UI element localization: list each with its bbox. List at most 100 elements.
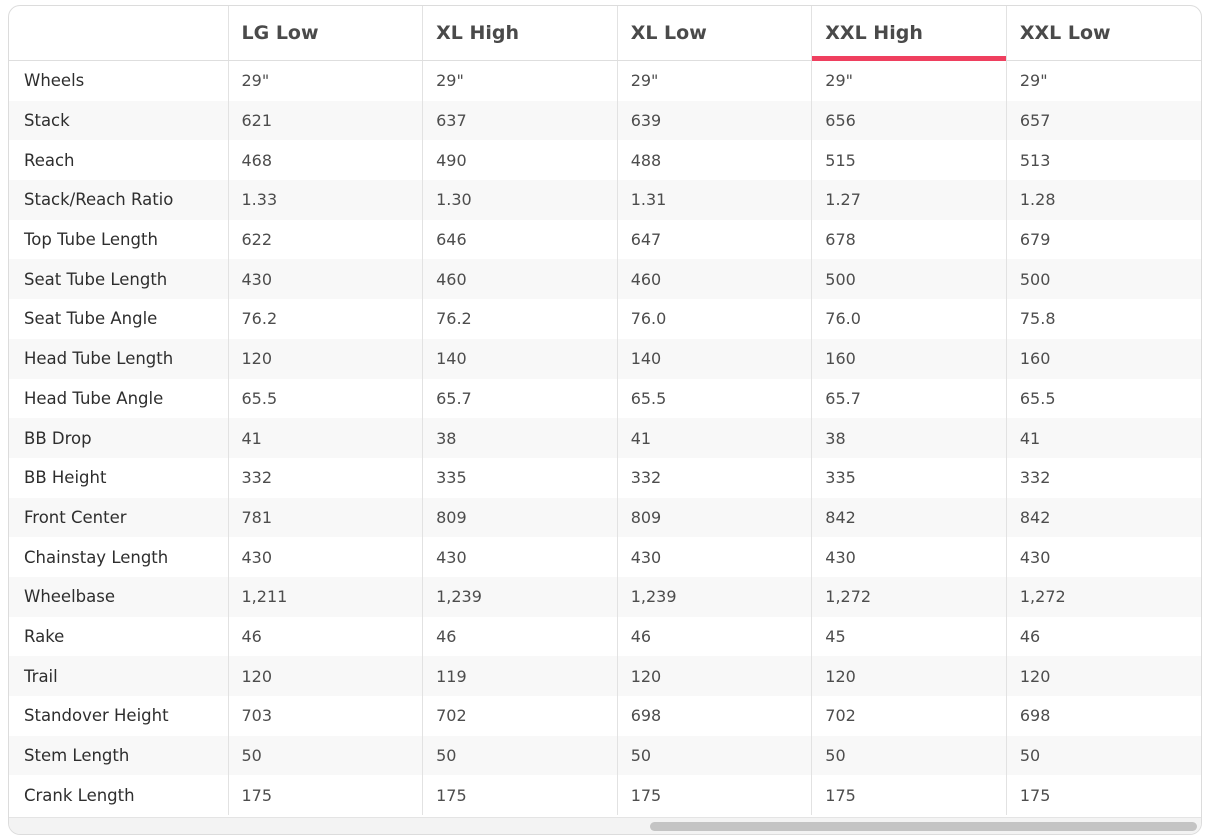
table-cell: 175 bbox=[227, 775, 423, 816]
table-row: Front Center 781 809 809 842 842 bbox=[9, 497, 1201, 538]
table-cell: 75.8 bbox=[1005, 299, 1201, 339]
row-label: Stem Length bbox=[9, 735, 228, 776]
table-cell: 65.5 bbox=[616, 378, 812, 419]
row-label: Wheelbase bbox=[9, 576, 228, 617]
row-label: Standover Height bbox=[9, 696, 228, 736]
table-cell: 46 bbox=[227, 616, 423, 657]
table-cell: 175 bbox=[422, 775, 618, 816]
table-cell: 679 bbox=[1005, 219, 1201, 260]
table-cell: 175 bbox=[1005, 775, 1201, 816]
table-row: Wheels 29" 29" 29" 29" 29" bbox=[9, 60, 1201, 101]
table-cell: 698 bbox=[616, 696, 812, 736]
geometry-table-container: LG Low XL High XL Low XXL High XXL Low W… bbox=[8, 5, 1202, 835]
table-cell: 513 bbox=[1005, 140, 1201, 181]
table-cell: 430 bbox=[811, 537, 1007, 577]
table-cell: 76.2 bbox=[422, 299, 618, 339]
table-row: Trail 120 119 120 120 120 bbox=[9, 656, 1201, 696]
table-cell: 468 bbox=[227, 140, 423, 181]
table-cell: 500 bbox=[811, 259, 1007, 300]
table-cell: 430 bbox=[616, 537, 812, 577]
table-cell: 175 bbox=[616, 775, 812, 816]
table-cell: 50 bbox=[811, 735, 1007, 776]
table-cell: 50 bbox=[616, 735, 812, 776]
table-row: BB Drop 41 38 41 38 41 bbox=[9, 418, 1201, 458]
table-cell: 647 bbox=[616, 219, 812, 260]
table-cell: 120 bbox=[811, 656, 1007, 696]
horizontal-scrollbar[interactable] bbox=[9, 817, 1201, 834]
table-cell: 50 bbox=[227, 735, 423, 776]
table-cell: 65.5 bbox=[227, 378, 423, 419]
table-cell: 29" bbox=[227, 60, 423, 101]
table-cell: 500 bbox=[1005, 259, 1201, 300]
table-cell: 50 bbox=[422, 735, 618, 776]
table-cell: 160 bbox=[1005, 338, 1201, 379]
table-row: Stem Length 50 50 50 50 50 bbox=[9, 735, 1201, 776]
table-cell: 430 bbox=[1005, 537, 1201, 577]
row-label: Head Tube Angle bbox=[9, 378, 228, 419]
table-cell: 702 bbox=[811, 696, 1007, 736]
table-cell: 46 bbox=[422, 616, 618, 657]
column-header-active[interactable]: XXL High bbox=[811, 6, 1007, 61]
table-cell: 332 bbox=[616, 457, 812, 498]
table-cell: 119 bbox=[422, 656, 618, 696]
header-row: LG Low XL High XL Low XXL High XXL Low bbox=[9, 6, 1201, 61]
table-cell: 29" bbox=[811, 60, 1007, 101]
table-cell: 332 bbox=[227, 457, 423, 498]
table-row: Seat Tube Length 430 460 460 500 500 bbox=[9, 259, 1201, 300]
table-cell: 1,211 bbox=[227, 576, 423, 617]
table-row: Chainstay Length 430 430 430 430 430 bbox=[9, 537, 1201, 577]
column-header[interactable]: XL Low bbox=[616, 6, 812, 61]
table-row: BB Height 332 335 332 335 332 bbox=[9, 457, 1201, 498]
table-cell: 120 bbox=[227, 656, 423, 696]
table-cell: 639 bbox=[616, 100, 812, 141]
table-cell: 809 bbox=[616, 497, 812, 538]
column-header[interactable]: LG Low bbox=[227, 6, 423, 61]
column-header[interactable]: XXL Low bbox=[1005, 6, 1201, 61]
table-cell: 657 bbox=[1005, 100, 1201, 141]
table-row: Crank Length 175 175 175 175 175 bbox=[9, 775, 1201, 816]
row-label: Stack bbox=[9, 100, 228, 141]
row-label: Crank Length bbox=[9, 775, 228, 816]
table-cell: 120 bbox=[616, 656, 812, 696]
table-cell: 622 bbox=[227, 219, 423, 260]
table-cell: 29" bbox=[1005, 60, 1201, 101]
row-label: Stack/Reach Ratio bbox=[9, 180, 228, 220]
column-header[interactable]: XL High bbox=[422, 6, 618, 61]
table-cell: 41 bbox=[1005, 418, 1201, 458]
table-row: Head Tube Length 120 140 140 160 160 bbox=[9, 338, 1201, 379]
row-label: BB Height bbox=[9, 457, 228, 498]
table-row: Stack/Reach Ratio 1.33 1.30 1.31 1.27 1.28 bbox=[9, 180, 1201, 220]
table-cell: 120 bbox=[227, 338, 423, 379]
table-cell: 65.5 bbox=[1005, 378, 1201, 419]
table-cell: 646 bbox=[422, 219, 618, 260]
table-cell: 656 bbox=[811, 100, 1007, 141]
table-body: Wheels 29" 29" 29" 29" 29" Stack 621 637 639 656 65… bbox=[9, 60, 1201, 816]
table-cell: 460 bbox=[422, 259, 618, 300]
scrollbar-thumb[interactable] bbox=[650, 822, 1197, 831]
table-cell: 702 bbox=[422, 696, 618, 736]
table-cell: 430 bbox=[227, 537, 423, 577]
table-cell: 76.0 bbox=[616, 299, 812, 339]
table-cell: 29" bbox=[616, 60, 812, 101]
row-label: Reach bbox=[9, 140, 228, 181]
table-cell: 430 bbox=[227, 259, 423, 300]
row-label: Chainstay Length bbox=[9, 537, 228, 577]
table-cell: 38 bbox=[811, 418, 1007, 458]
table-cell: 120 bbox=[1005, 656, 1201, 696]
table-cell: 515 bbox=[811, 140, 1007, 181]
table-cell: 76.0 bbox=[811, 299, 1007, 339]
table-cell: 140 bbox=[616, 338, 812, 379]
row-label: BB Drop bbox=[9, 418, 228, 458]
table-cell: 1,272 bbox=[811, 576, 1007, 617]
table-cell: 678 bbox=[811, 219, 1007, 260]
row-label: Head Tube Length bbox=[9, 338, 228, 379]
table-cell: 41 bbox=[616, 418, 812, 458]
table-cell: 46 bbox=[616, 616, 812, 657]
table-cell: 335 bbox=[811, 457, 1007, 498]
header-corner-cell bbox=[9, 6, 228, 61]
table-cell: 332 bbox=[1005, 457, 1201, 498]
table-cell: 842 bbox=[811, 497, 1007, 538]
row-label: Top Tube Length bbox=[9, 219, 228, 260]
table-cell: 460 bbox=[616, 259, 812, 300]
table-row: Top Tube Length 622 646 647 678 679 bbox=[9, 219, 1201, 260]
